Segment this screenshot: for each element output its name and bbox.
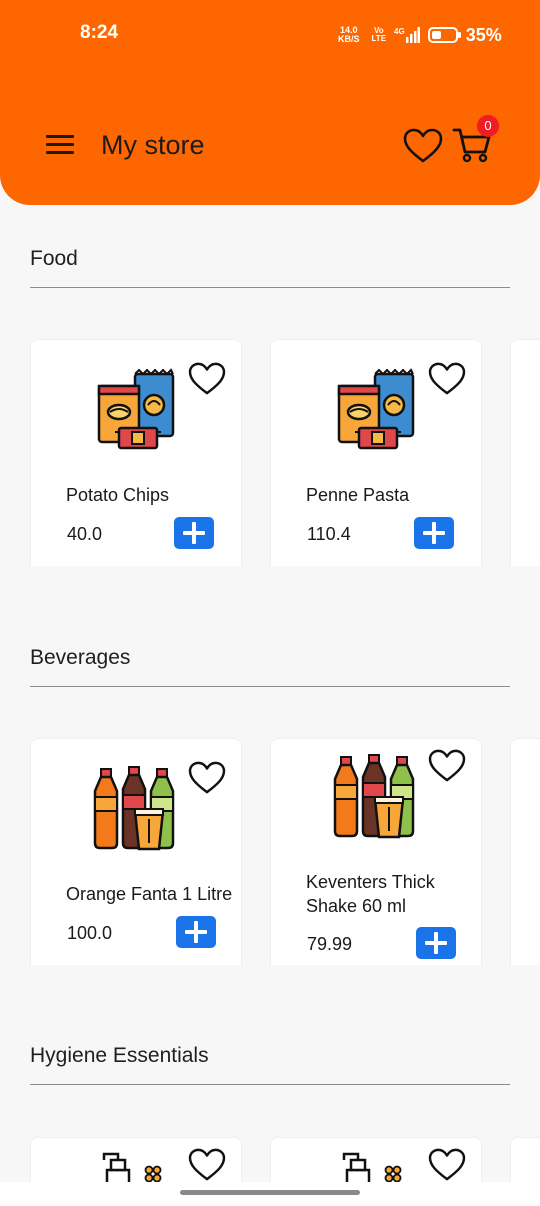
product-name: Potato Chips <box>66 485 170 505</box>
menu-icon[interactable] <box>46 134 74 156</box>
section-title: Food <box>30 247 78 270</box>
product-card[interactable]: Penne Pasta 110.4 <box>270 339 482 566</box>
product-name: Keventers Thick Shake 60 ml <box>306 872 435 916</box>
home-indicator[interactable] <box>180 1190 360 1195</box>
add-to-cart-button[interactable] <box>176 916 216 948</box>
status-icons: 14.0 KB/S Vo LTE 4G 35% <box>338 22 502 48</box>
app-header: 8:24 14.0 KB/S Vo LTE 4G 35% My store 0 <box>0 0 540 205</box>
status-time: 8:24 <box>80 22 119 43</box>
product-card[interactable]: Orange Fanta 1 Litre 100.0 <box>30 738 242 965</box>
volte-indicator: Vo LTE <box>372 27 387 43</box>
battery-percent: 35% <box>465 24 502 45</box>
section-divider <box>30 1084 510 1085</box>
section-title: Hygiene Essentials <box>30 1044 209 1067</box>
soda-bottles-icon <box>91 763 181 853</box>
lte-label: LTE <box>371 34 387 43</box>
battery-icon <box>427 27 461 43</box>
net-speed: 14.0 KB/S <box>338 26 360 44</box>
product-card[interactable]: Potato Chips 40.0 <box>30 339 242 566</box>
product-price: 79.99 <box>307 934 353 954</box>
wishlist-heart-icon[interactable] <box>403 128 443 164</box>
cart-count-badge: 0 <box>477 115 499 137</box>
product-card-peek[interactable] <box>510 339 540 566</box>
section-divider <box>30 686 510 687</box>
snacks-icon <box>91 364 181 454</box>
soda-bottles-icon <box>331 751 421 841</box>
add-to-cart-button[interactable] <box>416 927 456 959</box>
product-card[interactable]: Keventers Thick Shake 60 ml 79.99 <box>270 738 482 965</box>
product-card-peek[interactable] <box>510 1137 540 1183</box>
product-card[interactable] <box>270 1137 482 1183</box>
section-divider <box>30 287 510 288</box>
product-name: Penne Pasta <box>306 485 410 505</box>
network-type: 4G <box>394 27 405 36</box>
product-price: 110.4 <box>307 524 351 544</box>
product-card[interactable] <box>30 1137 242 1183</box>
add-to-cart-button[interactable] <box>414 517 454 549</box>
page-title: My store <box>101 130 205 160</box>
heart-icon[interactable] <box>428 1148 466 1182</box>
add-to-cart-button[interactable] <box>174 517 214 549</box>
heart-icon[interactable] <box>188 1148 226 1182</box>
signal-bars-icon <box>405 27 420 43</box>
snacks-icon <box>331 364 421 454</box>
net-speed-unit: KB/S <box>338 34 360 44</box>
heart-icon[interactable] <box>188 362 226 396</box>
heart-icon[interactable] <box>428 749 466 783</box>
signal-icon: 4G <box>394 27 420 43</box>
product-price: 100.0 <box>67 923 113 943</box>
product-card-peek[interactable] <box>510 738 540 965</box>
heart-icon[interactable] <box>428 362 466 396</box>
product-price: 40.0 <box>67 524 103 544</box>
product-name: Orange Fanta 1 Litre <box>66 884 233 904</box>
heart-icon[interactable] <box>188 761 226 795</box>
section-title: Beverages <box>30 646 131 669</box>
